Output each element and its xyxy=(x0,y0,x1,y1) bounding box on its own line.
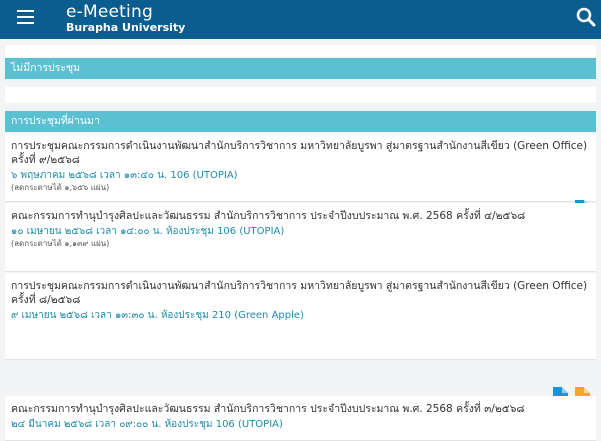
meeting-title[interactable]: คณะกรรมการทำนุบำรุงศิลปะและวัฒนธรรม สำนั… xyxy=(11,402,591,416)
meeting-title[interactable]: คณะกรรมการทำนุบำรุงศิลปะและวัฒนธรรม สำนั… xyxy=(11,209,591,223)
meeting-card[interactable]: คณะกรรมการทำนุบำรุงศิลปะและวัฒนธรรม สำนั… xyxy=(5,396,596,441)
search-icon[interactable] xyxy=(575,6,597,28)
meeting-datetime-location: ๙ เมษายน ๒๕๖๘ เวลา ๑๓:๓๐ น. ห้องประชุม 2… xyxy=(11,310,304,321)
meeting-title[interactable]: การประชุมคณะกรรมการดำเนินงานพัฒนาสำนักบร… xyxy=(11,139,591,167)
spacer xyxy=(5,87,596,103)
no-meeting-header: ไม่มีการประชุม xyxy=(5,58,596,79)
meeting-title[interactable]: การประชุมคณะกรรมการดำเนินงานพัฒนาสำนักบร… xyxy=(11,279,591,307)
app-title-block: e-Meeting Burapha University xyxy=(66,3,185,35)
menu-icon[interactable] xyxy=(17,10,34,24)
app-subtitle: Burapha University xyxy=(66,21,186,34)
paper-saved-note: (ลดกระดาษได้ ๑,๑๓๙ แผ่น) xyxy=(11,239,110,248)
meeting-datetime-location: ๑๐ เมษายน ๒๕๖๘ เวลา ๑๔:๐๐ น. ห้องประชุม … xyxy=(11,226,285,237)
app-title: e-Meeting xyxy=(66,2,153,22)
past-meetings-header: การประชุมที่ผ่านมา xyxy=(5,111,596,132)
paper-saved-note: (ลดกระดาษได้ ๑,๖๕๖ แผ่น) xyxy=(11,183,110,192)
meeting-datetime-location: ๖ พฤษภาคม ๒๕๖๘ เวลา ๑๓:๔๐ น. 106 (UTOPIA… xyxy=(11,170,238,181)
meeting-card[interactable]: การประชุมคณะกรรมการดำเนินงานพัฒนาสำนักบร… xyxy=(5,133,596,219)
app-bar: e-Meeting Burapha University xyxy=(0,0,601,39)
meeting-card[interactable]: คณะกรรมการทำนุบำรุงศิลปะและวัฒนธรรม สำนั… xyxy=(5,203,596,294)
spacer xyxy=(5,45,596,57)
meeting-card[interactable]: การประชุมคณะกรรมการดำเนินงานพัฒนาสำนักบร… xyxy=(5,273,596,406)
meeting-datetime-location: ๒๔ มีนาคม ๒๕๖๘ เวลา ๐๙:๐๐ น. ห้องประชุม … xyxy=(11,419,283,430)
